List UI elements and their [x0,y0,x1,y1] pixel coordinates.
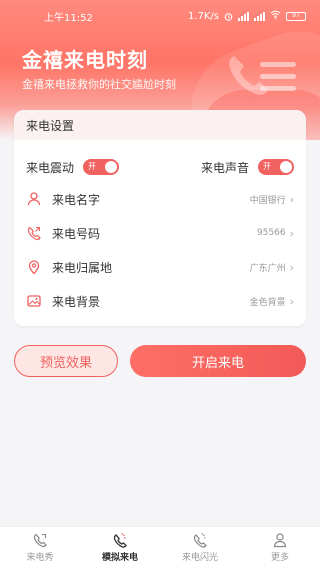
setting-value: 95566 [256,228,286,238]
vibrate-setting: 来电震动 开 [26,159,120,176]
setting-label: 来电归属地 [52,260,113,275]
sound-setting: 来电声音 开 [201,159,294,176]
tab-label: 更多 [270,553,289,563]
tab-call-show[interactable]: 来电秀 [0,527,80,568]
sound-label: 来电声音 [200,160,249,175]
tab-more[interactable]: 更多 [240,527,320,568]
chevron-right-icon: › [289,226,294,240]
setting-value: 金色背景 [249,297,286,308]
tab-label: 来电秀 [26,553,54,563]
chevron-right-icon: › [289,294,294,308]
location-pin-icon [26,259,42,275]
card-header: 来电设置 [14,110,306,140]
image-icon [26,293,42,309]
vibrate-label: 来电震动 [26,160,75,175]
call-show-icon [32,532,48,548]
page-subtitle: 金禧来电拯救你的社交尴尬时刻 [22,78,176,91]
profile-icon [272,532,288,548]
chevron-right-icon: › [289,260,294,274]
start-call-button[interactable]: 开启来电 [130,345,306,377]
toggle-knob [280,161,292,173]
flash-icon [192,532,208,548]
status-time: 上午11:52 [44,12,93,24]
setting-row-caller-location[interactable]: 来电归属地 广东广州 › [14,250,306,284]
sound-toggle-text: 开 [263,162,271,171]
setting-row-caller-number[interactable]: 来电号码 95566 › [14,216,306,250]
alarm-icon [224,12,233,21]
network-speed: 1.7K/s [187,10,219,22]
vibrate-toggle[interactable]: 开 [83,159,120,175]
phone-icon [26,225,42,241]
sound-toggle[interactable]: 开 [258,159,294,175]
toggle-row: 来电震动 开 来电声音 开 [14,154,306,180]
phone-menu-icon [220,46,300,106]
bottom-tab-bar: 来电秀 模拟来电 来电闪光 更多 [0,526,320,568]
toggle-knob [105,161,118,173]
page-title: 金禧来电时刻 [22,48,148,72]
setting-label: 来电背景 [52,294,101,309]
call-settings-card: 来电设置 来电震动 开 来电声音 开 来电名字 中国银行 › 来电号码 9556… [14,110,306,326]
vibrate-toggle-text: 开 [88,162,97,171]
setting-label: 来电名字 [52,192,101,207]
tab-label: 模拟来电 [101,553,138,563]
tab-call-flash[interactable]: 来电闪光 [160,527,240,568]
status-bar: 上午11:52 1.7K/s 97 [0,0,320,32]
signal-icon [238,11,249,21]
setting-row-call-background[interactable]: 来电背景 金色背景 › [14,284,306,318]
person-icon [26,191,42,207]
signal-icon [254,11,265,21]
battery-icon: 97 [286,11,306,21]
tab-label: 来电闪光 [181,553,218,563]
setting-label: 来电号码 [52,226,101,241]
setting-value: 广东广州 [249,263,286,274]
chevron-right-icon: › [289,192,294,206]
setting-row-caller-name[interactable]: 来电名字 中国银行 › [14,182,306,216]
setting-value: 中国银行 [249,195,286,206]
simulated-call-icon [112,532,128,548]
preview-button[interactable]: 预览效果 [14,345,118,377]
tab-simulated-call[interactable]: 模拟来电 [80,527,160,568]
wifi-icon [270,10,281,22]
